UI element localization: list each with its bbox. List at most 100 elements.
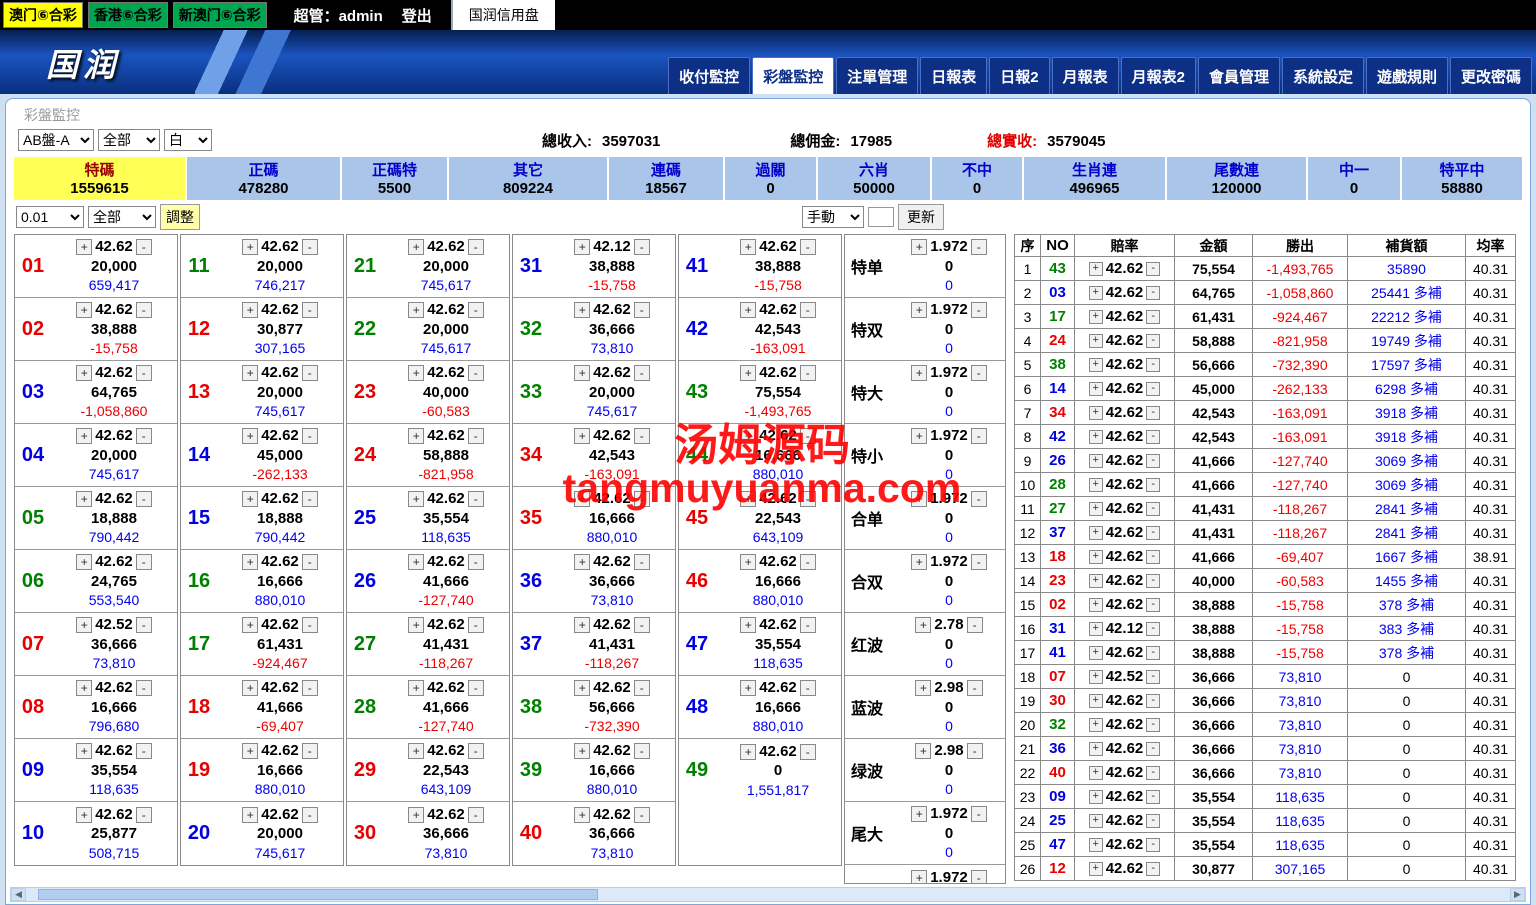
- scope2-select[interactable]: 全部: [88, 206, 156, 228]
- adjust-input[interactable]: [868, 207, 894, 227]
- odds-plus-button[interactable]: +: [408, 617, 425, 634]
- odds-plus-button[interactable]: +: [915, 617, 932, 634]
- odds-plus-button[interactable]: +: [1088, 813, 1103, 828]
- odds-plus-button[interactable]: +: [408, 806, 425, 823]
- odds-minus-button[interactable]: -: [1146, 765, 1161, 780]
- odds-plus-button[interactable]: +: [242, 365, 259, 382]
- odds-plus-button[interactable]: +: [76, 302, 93, 319]
- odds-minus-button[interactable]: -: [135, 428, 152, 445]
- odds-plus-button[interactable]: +: [1088, 453, 1103, 468]
- odds-plus-button[interactable]: +: [1088, 381, 1103, 396]
- odds-plus-button[interactable]: +: [76, 491, 93, 508]
- odds-plus-button[interactable]: +: [911, 239, 928, 256]
- odds-minus-button[interactable]: -: [135, 680, 152, 697]
- odds-minus-button[interactable]: -: [1146, 645, 1161, 660]
- odds-plus-button[interactable]: +: [1088, 789, 1103, 804]
- odds-minus-button[interactable]: -: [970, 554, 987, 571]
- odds-plus-button[interactable]: +: [574, 554, 591, 571]
- odds-minus-button[interactable]: -: [633, 428, 650, 445]
- odds-plus-button[interactable]: +: [1088, 717, 1103, 732]
- odds-minus-button[interactable]: -: [799, 239, 816, 256]
- odds-plus-button[interactable]: +: [242, 743, 259, 760]
- odds-plus-button[interactable]: +: [740, 743, 757, 760]
- odds-minus-button[interactable]: -: [135, 491, 152, 508]
- odds-plus-button[interactable]: +: [408, 302, 425, 319]
- odds-plus-button[interactable]: +: [242, 239, 259, 256]
- odds-plus-button[interactable]: +: [242, 806, 259, 823]
- odds-plus-button[interactable]: +: [76, 428, 93, 445]
- odds-plus-button[interactable]: +: [1088, 861, 1103, 876]
- odds-plus-button[interactable]: +: [1088, 741, 1103, 756]
- odds-minus-button[interactable]: -: [301, 806, 318, 823]
- mode-select[interactable]: 手動: [802, 206, 864, 228]
- odds-plus-button[interactable]: +: [740, 491, 757, 508]
- odds-plus-button[interactable]: +: [911, 428, 928, 445]
- odds-plus-button[interactable]: +: [1088, 597, 1103, 612]
- odds-plus-button[interactable]: +: [1088, 621, 1103, 636]
- odds-plus-button[interactable]: +: [1088, 501, 1103, 516]
- odds-minus-button[interactable]: -: [1146, 357, 1161, 372]
- site-game-button[interactable]: 澳门⑥合彩: [3, 2, 83, 28]
- odds-plus-button[interactable]: +: [1088, 837, 1103, 852]
- step-select[interactable]: 0.01: [16, 206, 84, 228]
- odds-minus-button[interactable]: -: [135, 365, 152, 382]
- odds-minus-button[interactable]: -: [135, 239, 152, 256]
- adjust-button[interactable]: 調整: [160, 204, 200, 230]
- odds-plus-button[interactable]: +: [740, 554, 757, 571]
- odds-minus-button[interactable]: -: [301, 365, 318, 382]
- nav-tab[interactable]: 系統設定: [1281, 57, 1364, 94]
- odds-minus-button[interactable]: -: [799, 680, 816, 697]
- odds-minus-button[interactable]: -: [1146, 717, 1161, 732]
- odds-plus-button[interactable]: +: [740, 365, 757, 382]
- odds-plus-button[interactable]: +: [574, 365, 591, 382]
- odds-minus-button[interactable]: -: [1146, 501, 1161, 516]
- odds-plus-button[interactable]: +: [1088, 357, 1103, 372]
- nav-tab[interactable]: 注單管理: [836, 57, 919, 94]
- odds-minus-button[interactable]: -: [633, 491, 650, 508]
- category-tab[interactable]: 連碼 18567: [609, 157, 723, 200]
- nav-tab[interactable]: 更改密碼: [1449, 57, 1532, 94]
- category-tab[interactable]: 六肖 50000: [818, 157, 930, 200]
- odds-plus-button[interactable]: +: [1088, 573, 1103, 588]
- odds-minus-button[interactable]: -: [1146, 261, 1161, 276]
- odds-minus-button[interactable]: -: [135, 806, 152, 823]
- odds-plus-button[interactable]: +: [242, 491, 259, 508]
- nav-tab[interactable]: 日報2: [989, 57, 1050, 94]
- odds-minus-button[interactable]: -: [301, 554, 318, 571]
- odds-minus-button[interactable]: -: [1146, 285, 1161, 300]
- odds-plus-button[interactable]: +: [915, 680, 932, 697]
- odds-plus-button[interactable]: +: [408, 491, 425, 508]
- odds-minus-button[interactable]: -: [633, 680, 650, 697]
- odds-minus-button[interactable]: -: [1146, 525, 1161, 540]
- category-tab[interactable]: 正碼 478280: [187, 157, 340, 200]
- odds-minus-button[interactable]: -: [799, 302, 816, 319]
- odds-minus-button[interactable]: -: [970, 869, 987, 883]
- odds-minus-button[interactable]: -: [301, 743, 318, 760]
- nav-tab[interactable]: 遊戲規則: [1365, 57, 1448, 94]
- odds-minus-button[interactable]: -: [467, 365, 484, 382]
- odds-minus-button[interactable]: -: [467, 617, 484, 634]
- odds-minus-button[interactable]: -: [1146, 669, 1161, 684]
- category-tab[interactable]: 中一 0: [1308, 157, 1400, 200]
- scope-select[interactable]: 全部: [98, 129, 160, 151]
- odds-plus-button[interactable]: +: [574, 743, 591, 760]
- odds-minus-button[interactable]: -: [799, 491, 816, 508]
- logout-link[interactable]: 登出: [402, 5, 432, 26]
- odds-minus-button[interactable]: -: [633, 302, 650, 319]
- odds-minus-button[interactable]: -: [135, 302, 152, 319]
- odds-minus-button[interactable]: -: [135, 617, 152, 634]
- odds-minus-button[interactable]: -: [467, 239, 484, 256]
- category-tab[interactable]: 生肖連 496965: [1024, 157, 1165, 200]
- odds-minus-button[interactable]: -: [970, 365, 987, 382]
- odds-minus-button[interactable]: -: [1146, 693, 1161, 708]
- odds-minus-button[interactable]: -: [633, 365, 650, 382]
- odds-minus-button[interactable]: -: [1146, 453, 1161, 468]
- odds-plus-button[interactable]: +: [911, 365, 928, 382]
- odds-plus-button[interactable]: +: [740, 617, 757, 634]
- odds-plus-button[interactable]: +: [1088, 693, 1103, 708]
- odds-minus-button[interactable]: -: [633, 554, 650, 571]
- odds-plus-button[interactable]: +: [574, 680, 591, 697]
- odds-minus-button[interactable]: -: [135, 743, 152, 760]
- odds-minus-button[interactable]: -: [301, 680, 318, 697]
- odds-minus-button[interactable]: -: [966, 743, 983, 760]
